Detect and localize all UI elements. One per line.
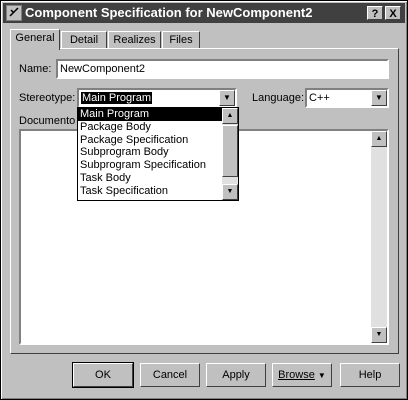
browse-label: Browse: [278, 369, 315, 381]
chevron-down-icon[interactable]: ▼: [219, 90, 235, 106]
tab-realizes[interactable]: Realizes: [108, 31, 161, 49]
language-select[interactable]: C++ ▼: [305, 88, 389, 108]
help-title-button[interactable]: ?: [367, 6, 383, 20]
documentation-label: Documento: [19, 115, 76, 127]
close-button[interactable]: X: [385, 6, 401, 20]
help-button[interactable]: Help: [340, 363, 400, 387]
browse-button[interactable]: Browse ▼: [272, 363, 332, 387]
stereotype-dropdown-list[interactable]: Main Program Package Body Package Specif…: [77, 107, 239, 201]
scroll-thumb[interactable]: [222, 125, 238, 177]
list-item[interactable]: Task Body: [78, 172, 238, 185]
stereotype-value: Main Program: [81, 92, 153, 104]
chevron-down-icon: ▼: [317, 371, 326, 380]
stereotype-select[interactable]: Main Program ▼: [77, 88, 237, 108]
name-label: Name:: [19, 63, 52, 75]
window-title: Component Specification for NewComponent…: [25, 5, 313, 20]
tab-general[interactable]: General: [10, 29, 60, 50]
list-item[interactable]: Main Program: [78, 108, 238, 121]
list-item[interactable]: Package Specification: [78, 134, 238, 147]
list-item[interactable]: Package Body: [78, 121, 238, 134]
dropdown-scrollbar[interactable]: ▲ ▼: [222, 108, 238, 200]
component-icon: [6, 5, 22, 21]
list-item[interactable]: Subprogram Specification: [78, 159, 238, 172]
tab-files[interactable]: Files: [162, 31, 200, 49]
title-bar[interactable]: Component Specification for NewComponent…: [3, 3, 405, 23]
arrow-up-icon[interactable]: ▲: [371, 131, 387, 147]
documentation-scrollbar[interactable]: ▲ ▼: [371, 131, 387, 343]
stereotype-label: Stereotype:: [19, 92, 76, 104]
list-item[interactable]: Task Specification: [78, 185, 238, 198]
cancel-button[interactable]: Cancel: [140, 363, 200, 387]
name-field[interactable]: NewComponent2: [56, 59, 389, 79]
tab-detail[interactable]: Detail: [61, 31, 107, 49]
chevron-down-icon[interactable]: ▼: [371, 90, 387, 106]
language-label: Language:: [252, 92, 304, 104]
name-value: NewComponent2: [60, 63, 145, 75]
arrow-up-icon[interactable]: ▲: [222, 108, 238, 124]
arrow-down-icon[interactable]: ▼: [222, 184, 238, 200]
list-item[interactable]: Subprogram Body: [78, 146, 238, 159]
arrow-down-icon[interactable]: ▼: [371, 327, 387, 343]
dialog-window: Component Specification for NewComponent…: [0, 0, 408, 400]
ok-button[interactable]: OK: [72, 362, 134, 388]
language-value: C++: [309, 92, 330, 104]
apply-button[interactable]: Apply: [206, 363, 266, 387]
